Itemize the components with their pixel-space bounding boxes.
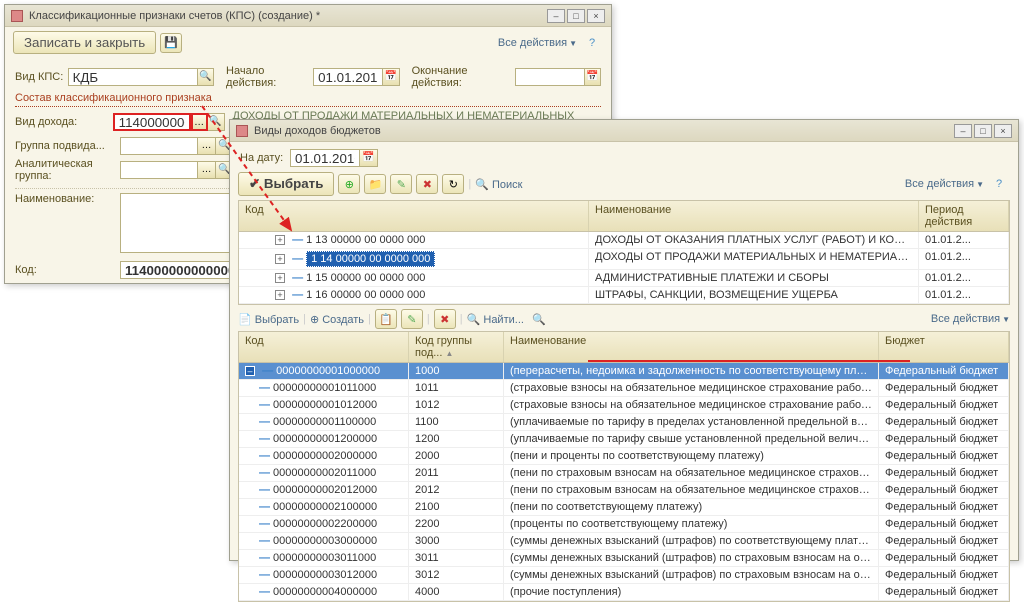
find-link[interactable]: 🔍 Найти...	[467, 313, 524, 326]
titlebar-kpc: Классификационные признаки счетов (КПС) …	[5, 5, 611, 27]
table-row[interactable]: — 000000000020120002012(пени по страховы…	[239, 482, 1009, 499]
select-link[interactable]: 📄 Выбрать	[238, 313, 299, 326]
label-code: Код:	[15, 264, 120, 276]
grid-top-header: Код Наименование Период действия	[239, 201, 1009, 232]
label-vid-kpc: Вид КПС:	[15, 71, 68, 83]
label-end: Окончание действия:	[412, 65, 511, 89]
income-search-button[interactable]: 🔍	[208, 113, 225, 131]
table-row[interactable]: + — 1 13 00000 00 0000 000ДОХОДЫ ОТ ОКАЗ…	[239, 232, 1009, 249]
end-date-input[interactable]	[515, 68, 585, 86]
table-row[interactable]: — 000000000030110003011(суммы денежных в…	[239, 550, 1009, 567]
maximize-button[interactable]: □	[974, 124, 992, 138]
table-row[interactable]: — 000000000030120003012(суммы денежных в…	[239, 567, 1009, 584]
label-name: Наименование:	[15, 193, 120, 205]
income-code-input[interactable]	[113, 113, 191, 131]
table-row[interactable]: — 000000000030000003000(суммы денежных в…	[239, 533, 1009, 550]
label-analytic: Аналитическая группа:	[15, 158, 120, 182]
start-date-input[interactable]	[313, 68, 383, 86]
annotation-underline	[588, 360, 910, 362]
delete-button[interactable]: ✖	[416, 174, 438, 194]
table-row[interactable]: — 000000000021000002100(пени по соответс…	[239, 499, 1009, 516]
table-row[interactable]: — 000000000040000004000(прочие поступлен…	[239, 584, 1009, 601]
table-row[interactable]: — 000000000022000002200(проценты по соот…	[239, 516, 1009, 533]
end-date-picker-button[interactable]: 📅	[585, 68, 601, 86]
help-icon[interactable]: ?	[581, 33, 603, 53]
window-income-types: Виды доходов бюджетов – □ × На дату: 📅 ✔…	[229, 119, 1019, 561]
select-button[interactable]: ✔ Выбрать	[238, 172, 334, 196]
col-name[interactable]: Наименование	[589, 201, 919, 231]
close-button[interactable]: ×	[587, 9, 605, 23]
analytic-input[interactable]	[120, 161, 198, 179]
table-row[interactable]: + — 1 16 00000 00 0000 000ШТРАФЫ, САНКЦИ…	[239, 287, 1009, 304]
app-icon	[11, 10, 23, 22]
add-button[interactable]: ⊕	[338, 174, 360, 194]
col-budget[interactable]: Бюджет	[879, 332, 1009, 362]
label-date: На дату:	[240, 152, 290, 164]
table-row[interactable]: — 000000000020000002000(пени и проценты …	[239, 448, 1009, 465]
code-input[interactable]	[120, 261, 235, 279]
table-row[interactable]: — 000000000010110001011(страховые взносы…	[239, 380, 1009, 397]
create-link[interactable]: ⊕ Создать	[310, 313, 364, 326]
col-code2[interactable]: Код	[239, 332, 409, 362]
grid-bottom: Код Код группы под... ▲ Наименование Бюд…	[238, 331, 1010, 602]
grid-top: Код Наименование Период действия + — 1 1…	[238, 200, 1010, 305]
all-actions-link[interactable]: Все действия▼	[905, 178, 984, 190]
window-title: Виды доходов бюджетов	[254, 125, 381, 137]
close-button[interactable]: ×	[994, 124, 1012, 138]
search-link[interactable]: 🔍 Поиск	[475, 178, 522, 191]
all-actions-link-2[interactable]: Все действия▼	[931, 313, 1010, 325]
income-lookup-button[interactable]: …	[191, 113, 208, 131]
col-group[interactable]: Код группы под... ▲	[409, 332, 504, 362]
date-input[interactable]	[290, 149, 360, 167]
group-lookup-button[interactable]: …	[198, 137, 216, 155]
table-row[interactable]: — 000000000012000001200(уплачиваемые по …	[239, 431, 1009, 448]
minimize-button[interactable]: –	[954, 124, 972, 138]
maximize-button[interactable]: □	[567, 9, 585, 23]
folder-button[interactable]: 📁	[364, 174, 386, 194]
app-icon	[236, 125, 248, 137]
start-date-picker-button[interactable]: 📅	[383, 68, 399, 86]
all-actions-link[interactable]: Все действия▼	[498, 37, 577, 49]
table-row[interactable]: + — 1 15 00000 00 0000 000АДМИНИСТРАТИВН…	[239, 270, 1009, 287]
table-row[interactable]: + — 1 14 00000 00 0000 000ДОХОДЫ ОТ ПРОД…	[239, 249, 1009, 270]
col-name2[interactable]: Наименование	[504, 332, 879, 362]
group-input[interactable]	[120, 137, 198, 155]
name-textarea[interactable]	[120, 193, 235, 253]
clear-find-button[interactable]: 🔍	[528, 309, 550, 329]
label-start: Начало действия:	[226, 65, 309, 89]
vid-kpc-lookup-button[interactable]: 🔍	[198, 68, 214, 86]
analytic-lookup-button[interactable]: …	[198, 161, 216, 179]
section-header: Состав классификационного признака	[15, 92, 601, 107]
table-row[interactable]: — 000000000010120001012(страховые взносы…	[239, 397, 1009, 414]
copy-button[interactable]: 📋	[375, 309, 397, 329]
col-code[interactable]: Код	[239, 201, 589, 231]
toolbar-kpc: Записать и закрыть 💾 Все действия▼ ?	[5, 27, 611, 58]
label-income: Вид дохода:	[15, 116, 113, 128]
save-close-button[interactable]: Записать и закрыть	[13, 31, 156, 54]
date-picker-button[interactable]: 📅	[360, 149, 378, 167]
table-row[interactable]: – — 000000000010000001000(перерасчеты, н…	[239, 363, 1009, 380]
edit-button[interactable]: ✎	[390, 174, 412, 194]
grid-bottom-header: Код Код группы под... ▲ Наименование Бюд…	[239, 332, 1009, 363]
table-row[interactable]: — 000000000020110002011(пени по страховы…	[239, 465, 1009, 482]
refresh-button[interactable]: ↻	[442, 174, 464, 194]
label-group: Группа подвида...	[15, 140, 120, 152]
table-row[interactable]: — 000000000011000001100(уплачиваемые по …	[239, 414, 1009, 431]
window-title: Классификационные признаки счетов (КПС) …	[29, 10, 320, 22]
help-icon[interactable]: ?	[988, 174, 1010, 194]
vid-kpc-input[interactable]	[68, 68, 198, 86]
delete-button-2[interactable]: ✖	[434, 309, 456, 329]
minimize-button[interactable]: –	[547, 9, 565, 23]
titlebar-income: Виды доходов бюджетов – □ ×	[230, 120, 1018, 142]
save-icon-button[interactable]: 💾	[160, 33, 182, 53]
edit-button-2[interactable]: ✎	[401, 309, 423, 329]
col-period[interactable]: Период действия	[919, 201, 1009, 231]
